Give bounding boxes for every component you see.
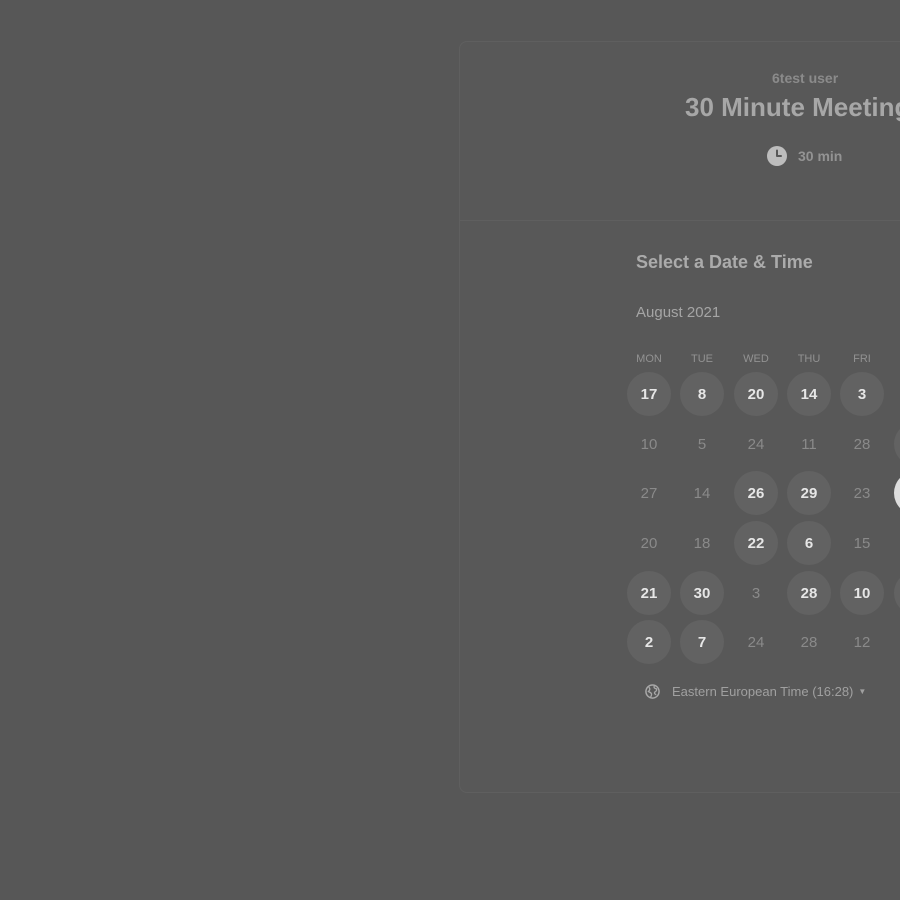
weekday-label: FRI (853, 353, 871, 365)
calendar-day: 18 (693, 534, 711, 552)
calendar-day: 12 (853, 633, 871, 651)
calendar-day[interactable]: 30 (680, 571, 724, 615)
calendar-day[interactable]: 14 (787, 372, 831, 416)
calendar-day[interactable]: 22 (734, 521, 778, 565)
calendar-day: 3 (751, 584, 761, 602)
weekday-label: MON (636, 353, 662, 365)
weekday-label: THU (797, 353, 821, 365)
caret-down-icon: ▼ (858, 687, 867, 696)
calendar-day[interactable]: 8 (680, 372, 724, 416)
calendar-day: 20 (640, 534, 658, 552)
calendar-day[interactable]: 28 (787, 571, 831, 615)
globe-icon (645, 684, 660, 699)
calendar-day[interactable]: 2 (627, 620, 671, 664)
clock-icon (767, 146, 787, 166)
calendar-day[interactable]: 7 (680, 620, 724, 664)
section-title: Select a Date & Time (636, 252, 813, 272)
timezone-selector[interactable]: Eastern European Time (16:28) ▼ (645, 684, 866, 699)
calendar-day: 24 (747, 633, 765, 651)
calendar-day-partial[interactable] (894, 571, 900, 615)
calendar-day[interactable]: 10 (840, 571, 884, 615)
calendar-day[interactable]: 26 (734, 471, 778, 515)
weekday-label: WED (743, 353, 769, 365)
calendar-day: 15 (853, 534, 871, 552)
calendar-day[interactable]: 20 (734, 372, 778, 416)
calendar-day: 5 (697, 435, 707, 453)
calendar-day-partial[interactable] (894, 471, 900, 515)
calendar-day: 28 (853, 435, 871, 453)
calendar-day: 14 (693, 484, 711, 502)
calendar-day: 11 (801, 435, 817, 453)
calendar-day-partial[interactable] (894, 422, 900, 466)
calendar-day: 27 (640, 484, 658, 502)
calendar-day[interactable]: 21 (627, 571, 671, 615)
calendar-day: 10 (640, 435, 658, 453)
host-name: 6test user (772, 70, 839, 86)
event-duration: 30 min (767, 146, 842, 166)
calendar-day[interactable]: 3 (840, 372, 884, 416)
calendar-day: 24 (747, 435, 765, 453)
weekday-label: TUE (691, 353, 713, 365)
calendar-day: 28 (800, 633, 818, 651)
calendar-day: 23 (853, 484, 871, 502)
calendar-day-partial (894, 372, 900, 416)
calendar-day[interactable]: 29 (787, 471, 831, 515)
event-header: 6test user 30 Minute Meeting 30 min (460, 42, 900, 221)
duration-label: 30 min (798, 148, 843, 164)
month-label: August 2021 (636, 304, 721, 321)
calendar-day-partial (894, 521, 900, 565)
event-title: 30 Minute Meeting (685, 92, 900, 122)
booking-card: 6test user 30 Minute Meeting 30 min Sele… (459, 41, 900, 793)
calendar-day[interactable]: 17 (627, 372, 671, 416)
calendar-day[interactable]: 6 (787, 521, 831, 565)
timezone-label: Eastern European Time (16:28) (672, 684, 854, 699)
calendar-day-partial (894, 620, 900, 664)
